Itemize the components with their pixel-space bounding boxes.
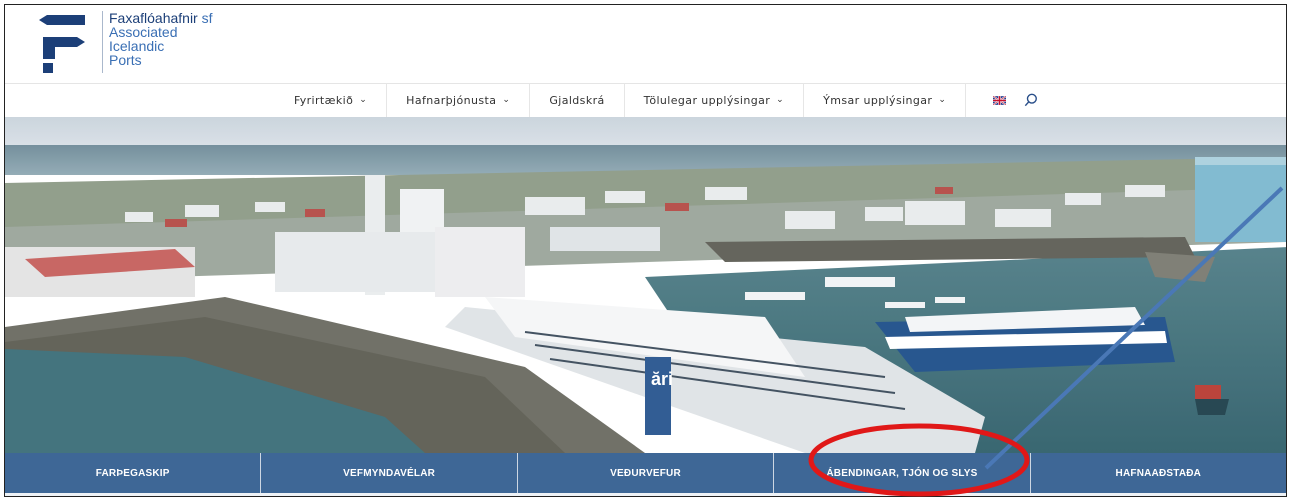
nav-item-label: Tölulegar upplýsingar: [643, 93, 771, 107]
logo-line-ports: Ports: [109, 52, 142, 68]
nav-item-label: Gjaldskrá: [549, 93, 605, 107]
harbour-aerial-image: ări: [5, 117, 1286, 453]
nav-item-label: Fyrirtækið: [294, 93, 354, 107]
chevron-down-icon: ⌄: [938, 95, 947, 105]
logo-line-associated: Associated: [109, 24, 178, 40]
nav-item-tolulegar-upplysingar[interactable]: Tölulegar upplýsingar ⌄: [625, 83, 805, 117]
tile-vedurvefur[interactable]: VEÐURVEFUR: [517, 453, 775, 493]
nav-item-label: Hafnarþjónusta: [406, 93, 497, 107]
nav-item-tools: [966, 83, 1057, 117]
logo-suffix: sf: [201, 10, 213, 26]
site-header: Faxaflóahafnir sf Associated Icelandic P…: [5, 5, 1286, 84]
chevron-down-icon: ⌄: [359, 95, 368, 105]
quicklink-tiles: FARÞEGASKIP VEFMYNDAVÉLAR VEÐURVEFUR ÁBE…: [5, 453, 1286, 493]
nav-item-fyrirtaekid[interactable]: Fyrirtækið ⌄: [275, 83, 388, 117]
main-navigation: Fyrirtækið ⌄ Hafnarþjónusta ⌄ Gjaldskrá …: [275, 83, 1057, 117]
search-icon[interactable]: [1024, 93, 1038, 107]
tile-abendingar-tjon-og-slys[interactable]: ÁBENDINGAR, TJÓN OG SLYS: [774, 453, 1031, 493]
nav-item-label: Ýmsar upplýsingar: [823, 93, 933, 107]
nav-item-gjaldskra[interactable]: Gjaldskrá: [530, 83, 625, 117]
tile-vefmyndavelar[interactable]: VEFMYNDAVÉLAR: [261, 453, 518, 493]
tile-farthegaskip[interactable]: FARÞEGASKIP: [5, 453, 262, 493]
tile-hafnaadstada[interactable]: HAFNAAÐSTAÐA: [1030, 453, 1286, 493]
logo-mark-icon[interactable]: [39, 13, 89, 75]
logo-line-icelandic: Icelandic: [109, 38, 165, 54]
logo-wordmark[interactable]: Faxaflóahafnir sf Associated Icelandic P…: [102, 11, 213, 73]
browser-frame: Faxaflóahafnir sf Associated Icelandic P…: [4, 4, 1287, 497]
chevron-down-icon: ⌄: [502, 95, 511, 105]
nav-item-ymsar-upplysingar[interactable]: Ýmsar upplýsingar ⌄: [804, 83, 967, 117]
hero-banner: ări: [5, 117, 1286, 453]
chevron-down-icon: ⌄: [776, 95, 785, 105]
nav-item-hafnarthjonusta[interactable]: Hafnarþjónusta ⌄: [387, 83, 531, 117]
uk-flag-icon[interactable]: [993, 95, 1007, 105]
content-strip: [5, 493, 1286, 496]
